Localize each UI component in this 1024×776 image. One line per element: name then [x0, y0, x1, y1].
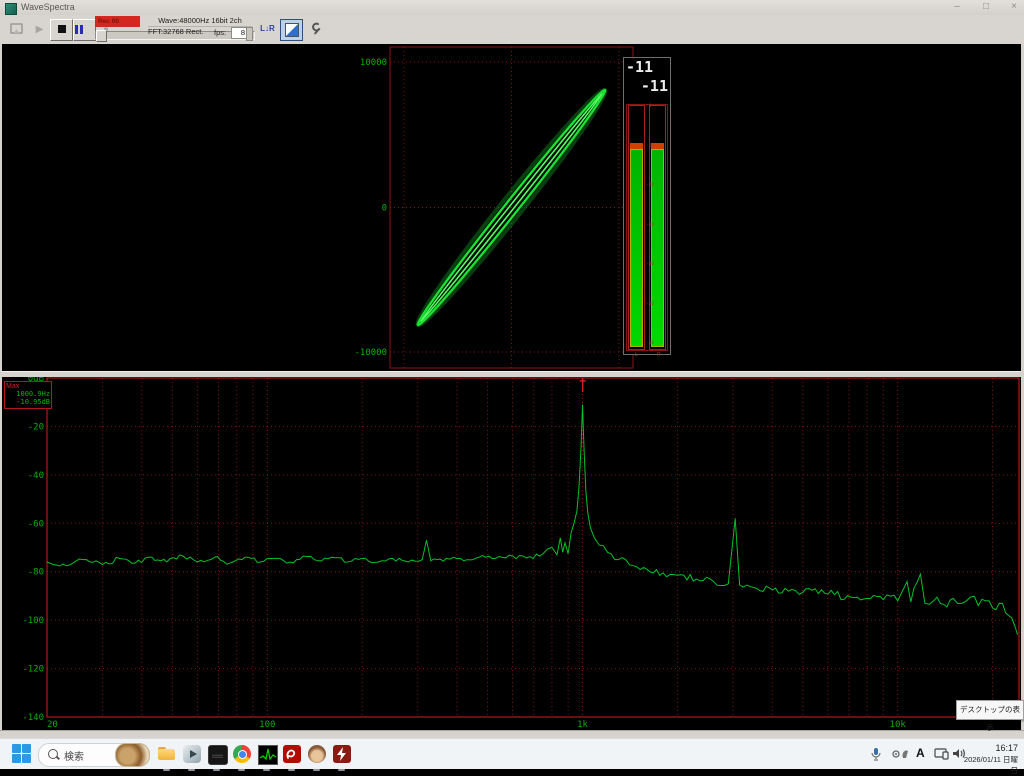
taskbar-icon-media-player[interactable]	[181, 743, 203, 765]
settings-button[interactable]	[304, 19, 327, 41]
level-db-right: -11	[641, 77, 668, 95]
meter-scale-mark: -40	[646, 261, 654, 266]
taskbar-icon-chrome[interactable]	[231, 743, 253, 765]
microphone-tray-icon[interactable]	[870, 747, 882, 766]
meter-bar-left	[628, 105, 645, 350]
maximize-button[interactable]: □	[975, 1, 997, 14]
svg-text:-120: -120	[22, 665, 44, 675]
svg-text:-40: -40	[28, 471, 44, 481]
running-indicator	[238, 769, 245, 771]
app-icon	[5, 3, 17, 15]
taskbar-icon-power-app[interactable]	[331, 743, 353, 765]
media-player-icon	[183, 745, 201, 763]
fps-field[interactable]: 8	[231, 27, 247, 39]
search-icon	[48, 749, 58, 759]
meter-scale-mark: -30	[646, 222, 654, 227]
spectrum-plot: 0dB-20-40-60-80-100-120-140201001k10k	[0, 377, 1024, 730]
peak-level: -10.95dB	[6, 398, 50, 406]
running-indicator	[163, 769, 170, 771]
network-tray-icon[interactable]	[934, 747, 949, 765]
svg-text:10000: 10000	[360, 58, 387, 68]
taskbar-icon-acrobat[interactable]	[281, 743, 303, 765]
svg-text:100: 100	[259, 720, 275, 730]
fps-spinner[interactable]	[246, 27, 253, 41]
svg-text:1k: 1k	[577, 720, 588, 730]
meter-bars: 0-10-20-30-40-50-60 L R	[626, 104, 668, 351]
rec-indicator: Rec 00	[95, 16, 140, 27]
meter-scale-mark: -10	[646, 143, 654, 148]
window-title: WaveSpectra	[21, 2, 75, 12]
search-placeholder: 検索	[64, 748, 84, 763]
search-box[interactable]: 検索	[38, 743, 150, 767]
chrome-icon	[233, 745, 251, 763]
wave-format-info: Wave:48000Hz 16bit 2ch	[148, 16, 252, 27]
fft-settings-info: FFT:32768 Rect.	[148, 27, 203, 36]
peak-frequency: 1000.9Hz	[6, 390, 50, 398]
xy-display-icon	[285, 23, 299, 37]
meter-fill	[651, 149, 664, 347]
svg-text:20: 20	[47, 720, 58, 730]
search-daily-image[interactable]	[115, 743, 150, 767]
meter-scale-mark: -60	[646, 340, 654, 345]
peak-readout-label: Max	[6, 383, 50, 390]
minimize-button[interactable]: –	[946, 1, 968, 14]
svg-text:-10000: -10000	[354, 348, 387, 358]
clock-date: 2026/01/11 日曜日	[958, 754, 1018, 776]
title-bar: WaveSpectra – □ ×	[0, 0, 1024, 16]
close-button[interactable]: ×	[1003, 1, 1024, 14]
running-indicator	[213, 769, 220, 771]
meter-channel-right: R	[657, 352, 661, 358]
taskbar-icon-wavespectra[interactable]	[256, 743, 278, 765]
running-indicator	[188, 769, 195, 771]
hidden-icons-cluster[interactable]	[892, 747, 912, 765]
level-meter-panel: -11 -11 0 -10 -20 -30 -40 -50 -60 L R	[623, 57, 671, 355]
taskbar-clock[interactable]: 16:17 2026/01/11 日曜日	[958, 742, 1018, 776]
toolbar: ▶ ● Rec 00 Wave:48000Hz 16bit 2ch FFT:32…	[0, 15, 1024, 45]
wrench-icon	[305, 20, 324, 38]
running-indicator	[338, 769, 345, 771]
clock-time: 16:17	[958, 742, 1018, 754]
acrobat-icon	[283, 745, 301, 763]
monkey-icon	[308, 745, 326, 763]
running-indicator	[313, 769, 320, 771]
peak-readout: Max 1000.9Hz -10.95dB	[4, 381, 52, 409]
svg-text:10k: 10k	[890, 720, 907, 730]
meter-scale-mark: -20	[646, 182, 654, 187]
window-border-left	[0, 44, 2, 730]
svg-text:-60: -60	[28, 519, 44, 529]
lightning-icon	[333, 745, 351, 763]
wavespectra-icon	[258, 745, 278, 765]
seek-thumb[interactable]	[96, 30, 107, 42]
show-desktop-tooltip: デスクトップの表示	[956, 700, 1024, 720]
meter-fill	[630, 149, 643, 347]
meter-channel-left: L	[635, 352, 638, 358]
svg-text:-20: -20	[28, 422, 44, 432]
start-button[interactable]	[12, 743, 34, 765]
svg-text:0: 0	[382, 204, 387, 214]
meter-scale-mark: 0	[646, 103, 654, 108]
ime-indicator[interactable]: A	[916, 746, 925, 760]
taskbar-icon-file-explorer[interactable]	[156, 743, 178, 765]
meter-scale-mark: -50	[646, 301, 654, 306]
toolbar-inner: Rec 00 Wave:48000Hz 16bit 2ch FFT:32768 …	[0, 15, 1024, 44]
swap-channels-button[interactable]: L↓R	[256, 19, 279, 41]
lissajous-plot: 10000 0 -10000	[0, 44, 1024, 370]
running-indicator	[263, 769, 270, 771]
xy-display-button[interactable]	[280, 19, 303, 41]
svg-text:-80: -80	[28, 568, 44, 578]
taskbar: 検索 A	[0, 738, 1024, 769]
svg-text:-140: -140	[22, 713, 44, 723]
svg-text:-100: -100	[22, 616, 44, 626]
taskbar-icon-monkey-app[interactable]	[306, 743, 328, 765]
level-db-left: -11	[626, 58, 653, 76]
running-indicator	[288, 769, 295, 771]
fps-label: fps:	[214, 28, 226, 37]
taskbar-icon-terminal[interactable]	[206, 743, 228, 765]
terminal-icon	[208, 745, 228, 765]
